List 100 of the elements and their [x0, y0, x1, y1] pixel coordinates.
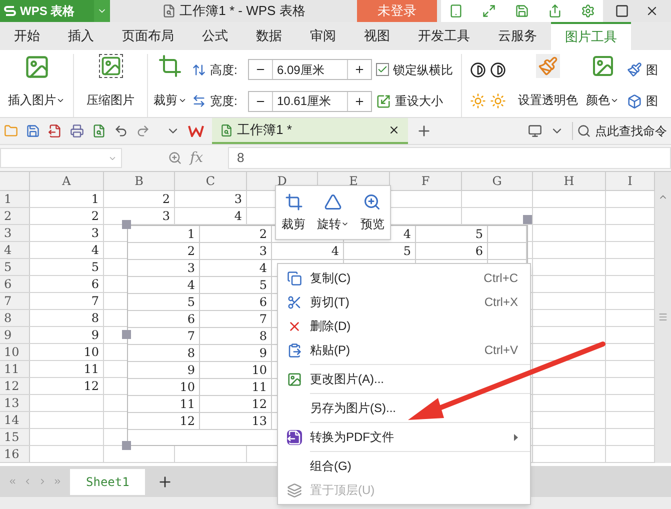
compress-picture-button[interactable]: 压缩图片: [74, 54, 148, 117]
formula-field[interactable]: 8: [228, 147, 671, 169]
ribbon-tab[interactable]: 云服务: [484, 22, 551, 50]
vertical-scrollbar[interactable]: [655, 172, 671, 463]
picture-tool-button[interactable]: 图: [627, 60, 658, 79]
reset-size-button[interactable]: 重设大小: [376, 92, 453, 110]
cube-icon: [627, 94, 642, 109]
menu-item[interactable]: 粘贴(P) Ctrl+V: [278, 338, 530, 362]
column-header[interactable]: C: [175, 172, 247, 190]
save-icon[interactable]: [515, 4, 529, 18]
picture-cell: 5: [200, 277, 272, 293]
command-search[interactable]: 点此查找命令: [595, 122, 667, 140]
row-header[interactable]: 9: [0, 327, 30, 343]
lock-ratio-checkbox[interactable]: [376, 63, 389, 76]
save-icon[interactable]: [26, 124, 40, 138]
column-header[interactable]: G: [462, 172, 533, 190]
ribbon-tab[interactable]: 公式: [188, 22, 242, 50]
width-field[interactable]: 10.61厘米: [248, 90, 372, 112]
app-menu-button[interactable]: WPS 表格: [0, 0, 94, 22]
resize-handle[interactable]: [122, 441, 131, 450]
redo-icon[interactable]: [136, 124, 150, 138]
document-tab[interactable]: 工作簿1 *: [212, 118, 408, 144]
row-header[interactable]: 12: [0, 378, 30, 394]
row-header[interactable]: 14: [0, 412, 30, 428]
height-field[interactable]: 6.09厘米: [248, 59, 372, 80]
row-header[interactable]: 16: [0, 446, 30, 462]
print-preview-icon[interactable]: [92, 124, 106, 138]
row-header[interactable]: 5: [0, 259, 30, 275]
row-header[interactable]: 15: [0, 429, 30, 445]
print-icon[interactable]: [70, 124, 84, 138]
row-header[interactable]: 10: [0, 344, 30, 360]
row-header[interactable]: 4: [0, 242, 30, 258]
picture-cell: 13: [200, 413, 272, 429]
settings-icon[interactable]: [581, 4, 595, 18]
zoom-in-icon: [363, 192, 382, 210]
undo-icon[interactable]: [114, 124, 128, 138]
tablet-icon[interactable]: [449, 4, 463, 18]
previous-sheet-icon[interactable]: [23, 476, 32, 487]
search-icon: [577, 124, 591, 138]
maximize-icon[interactable]: [615, 4, 629, 18]
picture-cell: 3: [128, 260, 200, 276]
menu-item[interactable]: 另存为图片(S)...: [278, 396, 530, 420]
plus-icon[interactable]: [354, 96, 365, 107]
picture-cell: 9: [200, 345, 272, 361]
ribbon-tab[interactable]: 图片工具: [551, 22, 631, 50]
contrast-up-icon[interactable]: [470, 62, 486, 78]
ribbon-tab[interactable]: 页面布局: [108, 22, 188, 50]
row-header[interactable]: 8: [0, 310, 30, 326]
new-tab-icon[interactable]: [416, 123, 432, 139]
resize-handle[interactable]: [122, 330, 131, 339]
set-transparent-button[interactable]: 设置透明色: [514, 54, 582, 117]
row-header[interactable]: 2: [0, 208, 30, 224]
ribbon-tab[interactable]: 插入: [54, 22, 108, 50]
contrast-down-icon[interactable]: [490, 62, 506, 78]
next-sheet-icon[interactable]: [38, 476, 47, 487]
ribbon-tab[interactable]: 视图: [350, 22, 404, 50]
menu-item[interactable]: 剪切(T) Ctrl+X: [278, 290, 530, 314]
brightness-down-icon[interactable]: [490, 93, 506, 110]
row-header[interactable]: 13: [0, 395, 30, 411]
ribbon-tab[interactable]: 开发工具: [404, 22, 484, 50]
picture-tool-button[interactable]: 图: [627, 92, 658, 110]
menu-item[interactable]: 复制(C) Ctrl+C: [278, 266, 530, 290]
brightness-up-icon[interactable]: [470, 93, 486, 110]
close-tab-icon[interactable]: [388, 124, 400, 136]
menu-item[interactable]: 转换为PDF文件: [278, 425, 530, 449]
row-header[interactable]: 3: [0, 225, 30, 241]
export-icon[interactable]: [48, 124, 62, 138]
table-cell: 5: [30, 259, 104, 275]
row-header[interactable]: 1: [0, 191, 30, 207]
menu-item[interactable]: 组合(G): [278, 454, 530, 478]
resize-handle[interactable]: [122, 220, 131, 229]
crop-button[interactable]: 裁剪: [148, 54, 192, 117]
last-sheet-icon[interactable]: [53, 476, 62, 487]
menu-item[interactable]: 更改图片(A)...: [278, 367, 530, 391]
sheet-tab[interactable]: Sheet1: [70, 468, 146, 494]
column-header[interactable]: A: [30, 172, 104, 190]
row-header[interactable]: 6: [0, 276, 30, 292]
first-sheet-icon[interactable]: [8, 476, 17, 487]
plus-icon[interactable]: [354, 64, 365, 76]
column-header[interactable]: H: [533, 172, 606, 190]
insert-picture-button[interactable]: 插入图片: [0, 54, 74, 117]
ribbon-tab[interactable]: 审阅: [296, 22, 350, 50]
share-icon[interactable]: [548, 4, 562, 18]
mini-toolbar-button[interactable]: 裁剪: [282, 192, 306, 232]
paste-icon: [286, 342, 302, 358]
row-header[interactable]: 11: [0, 361, 30, 377]
ribbon-tab[interactable]: 开始: [0, 22, 54, 50]
scroll-grip-icon[interactable]: [658, 312, 668, 322]
present-icon[interactable]: [528, 124, 542, 138]
copy-icon: [286, 270, 302, 286]
lock-ratio-label: 锁定纵横比: [393, 62, 453, 79]
expand-icon[interactable]: [482, 4, 496, 18]
column-header[interactable]: B: [104, 172, 175, 190]
resize-handle[interactable]: [523, 215, 532, 224]
ribbon-tab[interactable]: 数据: [242, 22, 296, 50]
close-icon[interactable]: [645, 4, 659, 18]
menu-item[interactable]: 删除(D): [278, 314, 530, 338]
open-folder-icon[interactable]: [4, 124, 18, 138]
color-button[interactable]: 颜色: [582, 54, 623, 117]
row-header[interactable]: 7: [0, 293, 30, 309]
